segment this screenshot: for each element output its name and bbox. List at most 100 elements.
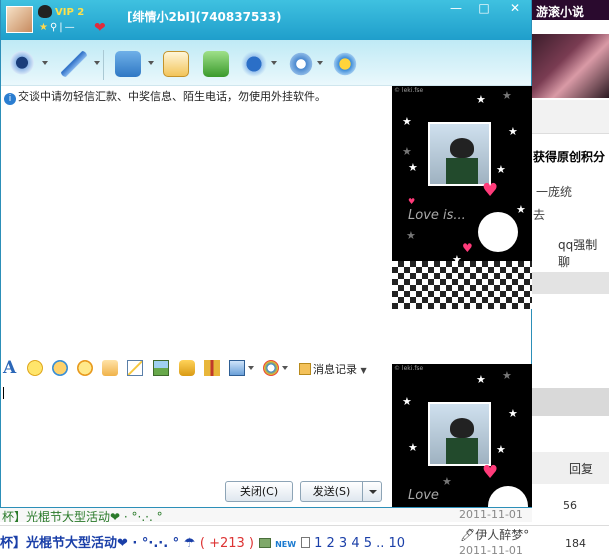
thread-row[interactable]: 杯】光棍节大型活动❤ · °·.·. ° <box>0 508 532 522</box>
star-icon: ★ <box>408 441 418 454</box>
close-chat-button[interactable]: 关闭(C) <box>225 481 293 502</box>
message-history-area[interactable] <box>1 104 389 354</box>
close-window-button[interactable]: ✕ <box>499 0 531 18</box>
star-icon: ★ <box>402 395 412 408</box>
app-center-dropdown-icon[interactable] <box>271 61 277 65</box>
bg-bar <box>532 272 609 294</box>
voice-call-icon[interactable] <box>61 51 87 77</box>
checkered-floor <box>392 261 532 309</box>
cartoon-bunny <box>478 212 518 252</box>
nudge-icon[interactable] <box>102 360 118 376</box>
voice-call-dropdown-icon[interactable] <box>94 61 100 65</box>
bg-text-points[interactable]: 获得原创积分 <box>533 148 605 165</box>
star-icon: ★ <box>39 22 50 33</box>
settings-dropdown-icon[interactable] <box>317 61 323 65</box>
heart-icon: ♥ <box>482 180 499 201</box>
star-icon: ★ <box>476 373 486 386</box>
emoticon-icon[interactable] <box>27 360 43 376</box>
bg-text-qu: 去 <box>533 208 546 222</box>
thread-row[interactable]: 杯】光棍节大型活动❤ · °·.·. ° ☂ ( +213 ) NEW 1 2 … <box>0 532 460 552</box>
app-center-icon[interactable] <box>241 51 267 77</box>
show-photo <box>428 402 491 466</box>
contact-avatar[interactable] <box>6 6 33 33</box>
minimize-button[interactable]: — <box>441 0 471 18</box>
new-badge: NEW <box>275 540 297 549</box>
star-icon: ★ <box>496 443 506 456</box>
reply-count: 184 <box>565 537 586 550</box>
show-photo <box>428 122 491 186</box>
umbrella-icon: ☂ <box>183 536 196 551</box>
toolbar-divider <box>103 50 104 80</box>
thread-score: ( +213 ) <box>199 536 255 551</box>
thread-title[interactable]: 杯】光棍节大型活动❤ · °·.·. ° <box>2 510 163 522</box>
maximize-button[interactable]: □ <box>469 0 499 18</box>
star-icon: ★ <box>496 163 506 176</box>
send-button[interactable]: 发送(S) <box>300 481 362 502</box>
send-file-dropdown-icon[interactable] <box>148 61 154 65</box>
gift-icon[interactable] <box>204 360 220 376</box>
magic-emoticon-icon[interactable] <box>52 360 68 376</box>
thread-date: 2011-11-01 <box>459 508 523 521</box>
bg-text-qq[interactable]: qq强制聊 <box>558 236 609 270</box>
panel-strip <box>532 100 609 134</box>
title-bar[interactable]: VIP 2 ★⚲|— ❤ [绯情小2bI](740837533) — □ ✕ <box>1 0 531 40</box>
send-mail-icon[interactable] <box>163 51 189 77</box>
create-group-icon[interactable] <box>203 51 229 77</box>
thread-title[interactable]: 杯】光棍节大型活动❤ · °·.·. ° <box>0 536 179 551</box>
star-icon: ★ <box>408 161 418 174</box>
screenshot-icon[interactable] <box>127 360 143 376</box>
qq-penguin-icon <box>38 5 52 18</box>
send-file-icon[interactable] <box>115 51 141 77</box>
reply-count: 56 <box>563 499 577 512</box>
bg-text-pangtong[interactable]: 一庞统 <box>536 183 572 200</box>
document-icon <box>300 537 310 548</box>
safety-notice-text: 交谈中请勿轻信汇款、中奖信息、陌生电话，勿使用外挂软件。 <box>18 90 326 103</box>
star-icon: ★ <box>442 475 452 488</box>
send-options-dropdown[interactable] <box>362 481 382 502</box>
chat-toolbar <box>1 40 531 86</box>
qq-show-panel-self[interactable]: © leki.fse ★ ★ ★ ★ ★ ★ ★ ♥ Love <box>392 364 532 507</box>
show-watermark: © leki.fse <box>394 87 424 94</box>
site-banner[interactable]: 游滚小说 <box>532 0 609 20</box>
star-icon: ★ <box>508 125 518 138</box>
message-input[interactable] <box>1 381 389 477</box>
thread-pages[interactable]: 1 2 3 4 5 .. 10 <box>314 536 405 551</box>
thread-author[interactable]: 🖊伊人醉梦° <box>460 526 529 543</box>
thread-date: 2011-11-01 <box>459 544 523 556</box>
message-history-button[interactable]: 消息记录 ▼ <box>299 361 367 377</box>
safety-notice: i 交谈中请勿轻信汇款、中奖信息、陌生电话，勿使用外挂软件。 <box>4 88 326 105</box>
input-toolbar: A 消息记录 ▼ <box>1 356 389 380</box>
history-dropdown-icon[interactable]: ▼ <box>361 366 367 375</box>
text-caret <box>3 387 4 399</box>
window-title: [绯情小2bI](740837533) <box>127 10 282 24</box>
video-call-icon[interactable] <box>9 51 35 77</box>
screen-share-icon[interactable] <box>229 360 245 376</box>
show-watermark: © leki.fse <box>394 365 424 372</box>
image-attachment-icon <box>258 538 271 548</box>
qq-show-icon[interactable] <box>332 51 358 77</box>
settings-icon[interactable] <box>288 51 314 77</box>
sogou-dropdown-icon[interactable] <box>282 366 288 370</box>
reply-column-header: 回复 <box>569 462 594 476</box>
star-icon: ★ <box>502 89 512 102</box>
screen-share-dropdown-icon[interactable] <box>248 366 254 370</box>
video-call-dropdown-icon[interactable] <box>42 61 48 65</box>
star-icon: ★ <box>508 407 518 420</box>
banner-image[interactable] <box>532 34 609 98</box>
message-history-label: 消息记录 <box>313 363 357 376</box>
music-icon[interactable] <box>179 360 195 376</box>
image-icon[interactable] <box>153 360 169 376</box>
wink-emoticon-icon[interactable] <box>77 360 93 376</box>
star-icon: ★ <box>516 203 526 216</box>
sogou-input-icon[interactable] <box>263 360 279 376</box>
star-icon: ★ <box>402 115 412 128</box>
qq-show-panel-contact[interactable]: © leki.fse ★ ★ ★ ★ ★ ★ ★ ★ ★ ★ ♥ ♥ ♥ Lov… <box>392 86 532 309</box>
heart-icon[interactable]: ❤ <box>94 20 106 36</box>
vip-badge[interactable]: VIP 2 <box>55 7 84 18</box>
heart-icon: ♥ <box>408 197 416 206</box>
font-icon[interactable]: A <box>3 358 16 378</box>
star-icon: ★ <box>406 229 416 242</box>
history-icon <box>299 363 311 375</box>
chat-window: VIP 2 ★⚲|— ❤ [绯情小2bI](740837533) — □ ✕ i… <box>0 0 532 508</box>
star-icon: ★ <box>476 93 486 106</box>
